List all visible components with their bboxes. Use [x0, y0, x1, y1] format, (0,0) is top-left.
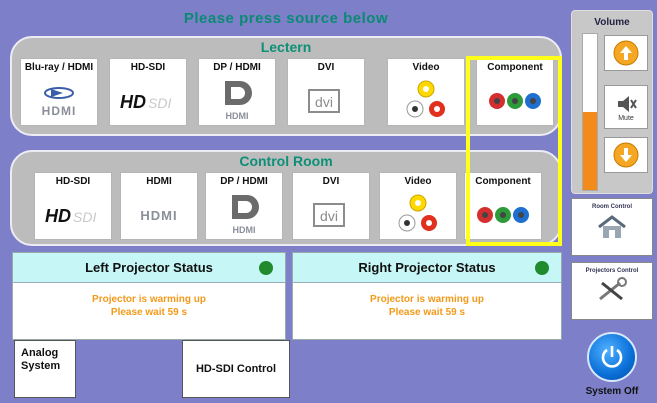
- svg-text:HDMI: HDMI: [140, 208, 177, 223]
- system-off-label: System Off: [585, 386, 639, 397]
- dvi-icon: dvi: [288, 79, 364, 123]
- left-projector-status: Left Projector Status Projector is warmi…: [12, 252, 286, 340]
- control-room-source-dp-hdmi[interactable]: DP / HDMI HDMI: [205, 172, 283, 240]
- touch-panel-screen: Please press source below Lectern Blu-ra…: [0, 0, 657, 403]
- volume-panel: Volume Mute: [571, 10, 653, 194]
- page-title: Please press source below: [183, 10, 389, 27]
- lectern-source-dvi[interactable]: DVI dvi: [287, 58, 365, 126]
- svg-text:SDI: SDI: [148, 95, 171, 111]
- right-projector-status-indicator: [535, 261, 549, 275]
- right-projector-message: Projector is warming up: [370, 294, 484, 305]
- house-icon: [598, 215, 626, 238]
- hdmi-icon: HDMI: [121, 193, 197, 237]
- svg-text:HDMI: HDMI: [226, 111, 249, 121]
- control-room-source-hd-sdi[interactable]: HD-SDI HD SDI: [34, 172, 112, 240]
- left-projector-title: Left Projector Status: [85, 260, 213, 275]
- mute-button[interactable]: Mute: [604, 85, 648, 129]
- arrow-up-icon: [613, 40, 639, 66]
- control-room-source-hdmi[interactable]: HDMI HDMI: [120, 172, 198, 240]
- displayport-icon: HDMI: [199, 79, 275, 123]
- component-highlight-frame: [466, 56, 562, 246]
- left-projector-countdown: Please wait 59 s: [110, 307, 188, 318]
- volume-title: Volume: [594, 17, 630, 28]
- projectors-control-button[interactable]: Projectors Control: [571, 262, 653, 320]
- svg-text:dvi: dvi: [315, 94, 333, 110]
- lectern-source-dp-hdmi[interactable]: DP / HDMI HDMI: [198, 58, 276, 126]
- left-projector-status-indicator: [259, 261, 273, 275]
- power-icon: [601, 346, 623, 368]
- volume-level-fill: [583, 112, 597, 190]
- lectern-title: Lectern: [260, 39, 312, 55]
- right-projector-title: Right Projector Status: [358, 260, 496, 275]
- system-off-button[interactable]: [587, 332, 637, 382]
- speaker-mute-icon: [618, 95, 637, 112]
- lectern-source-hd-sdi[interactable]: HD-SDI HD SDI: [109, 58, 187, 126]
- hd-sdi-icon: HD SDI: [35, 193, 111, 237]
- room-control-button[interactable]: Room Control: [571, 198, 653, 256]
- hd-sdi-icon: HD SDI: [110, 79, 186, 123]
- left-projector-message: Projector is warming up: [92, 294, 206, 305]
- svg-text:HDMI: HDMI: [233, 225, 256, 235]
- lectern-source-bluray-hdmi[interactable]: Blu-ray / HDMI HDMI: [20, 58, 98, 126]
- composite-video-icon: [380, 193, 456, 237]
- volume-down-button[interactable]: [604, 137, 648, 173]
- composite-video-icon: [388, 79, 464, 123]
- arrow-down-icon: [613, 142, 639, 168]
- tools-icon: [599, 277, 627, 301]
- displayport-icon: HDMI: [206, 193, 282, 237]
- bluray-hdmi-icon: HDMI: [21, 79, 97, 123]
- analog-system-button[interactable]: Analog System: [14, 340, 76, 398]
- dvi-icon: dvi: [293, 193, 369, 237]
- svg-text:HD: HD: [120, 92, 146, 112]
- control-room-source-dvi[interactable]: DVI dvi: [292, 172, 370, 240]
- right-projector-countdown: Please wait 59 s: [388, 307, 466, 318]
- volume-up-button[interactable]: [604, 35, 648, 71]
- right-projector-status: Right Projector Status Projector is warm…: [292, 252, 562, 340]
- hd-sdi-control-button[interactable]: HD-SDI Control: [182, 340, 290, 398]
- svg-text:SDI: SDI: [73, 209, 96, 225]
- lectern-source-video[interactable]: Video: [387, 58, 465, 126]
- svg-text:HDMI: HDMI: [42, 104, 77, 118]
- volume-slider[interactable]: [582, 33, 598, 191]
- svg-text:dvi: dvi: [320, 208, 338, 224]
- svg-text:HD: HD: [45, 206, 71, 226]
- control-room-source-video[interactable]: Video: [379, 172, 457, 240]
- mute-label: Mute: [618, 114, 634, 122]
